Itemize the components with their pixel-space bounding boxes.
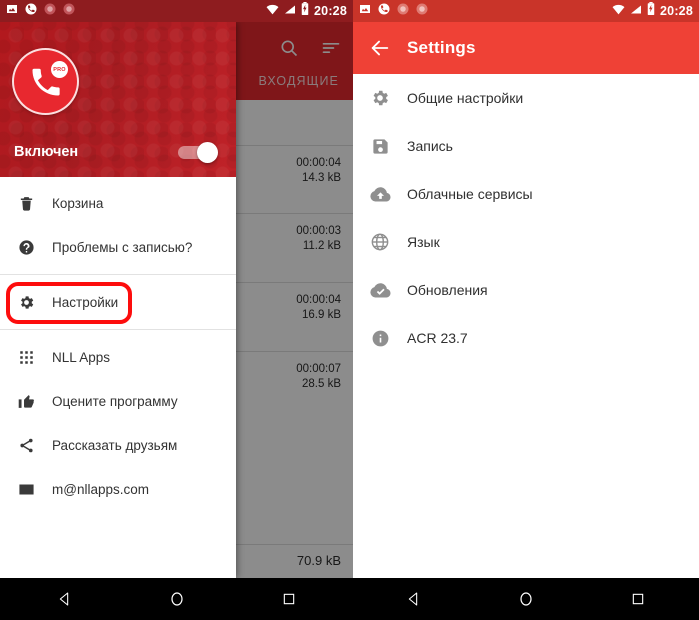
drawer-item-label: Настройки: [52, 294, 119, 310]
apps-grid-icon: [0, 350, 52, 365]
recents-icon[interactable]: [625, 586, 651, 612]
settings-item-label: Общие настройки: [407, 90, 524, 106]
image-icon: [6, 2, 18, 20]
record-dot-icon: [397, 2, 409, 20]
battery-charging-icon: [301, 2, 309, 20]
signal-icon: [284, 2, 296, 20]
trash-icon: [0, 195, 52, 212]
recents-icon[interactable]: [276, 586, 302, 612]
info-icon: [353, 329, 407, 348]
status-bar: 20:28: [0, 0, 353, 22]
thumbs-up-icon: [0, 393, 52, 410]
recording-enabled-row[interactable]: Включен: [0, 135, 236, 169]
settings-item-language[interactable]: Язык: [353, 218, 699, 266]
wifi-icon: [612, 2, 625, 20]
settings-item-label: Облачные сервисы: [407, 186, 533, 202]
record-dot-icon: [44, 2, 56, 20]
drawer-menu-list: Корзина Проблемы с записью? Настройки NL…: [0, 177, 236, 511]
share-icon: [0, 437, 52, 454]
status-clock: 20:28: [660, 4, 693, 18]
mail-icon: [0, 481, 52, 498]
cloud-check-icon: [353, 280, 407, 301]
page-title: Settings: [407, 38, 476, 57]
phone-call-icon: [378, 2, 390, 20]
wifi-icon: [266, 2, 279, 20]
phone-call-icon: [25, 2, 37, 20]
drawer-item-label: Проблемы с записью?: [52, 239, 193, 255]
switch-knob: [197, 142, 218, 163]
settings-item-label: Язык: [407, 234, 440, 250]
drawer-item-label: Рассказать друзьям: [52, 437, 178, 453]
system-nav-bar: [353, 578, 699, 620]
enabled-label: Включен: [14, 144, 79, 160]
home-icon[interactable]: [513, 586, 539, 612]
settings-item-updates[interactable]: Обновления: [353, 266, 699, 314]
settings-item-cloud-services[interactable]: Облачные сервисы: [353, 170, 699, 218]
help-circle-icon: [0, 239, 52, 256]
drawer-item-rate-app[interactable]: Оцените программу: [0, 379, 236, 423]
enabled-toggle-switch[interactable]: [178, 141, 218, 163]
drawer-item-share[interactable]: Рассказать друзьям: [0, 423, 236, 467]
drawer-item-label: Оцените программу: [52, 393, 178, 409]
right-phone-screen: Settings Общие настройки Запись Облачные…: [353, 0, 699, 620]
drawer-header: PRO Включен: [0, 22, 236, 177]
navigation-drawer: PRO Включен Корзина Проблемы с записью? …: [0, 22, 236, 578]
drawer-item-email[interactable]: m@nllapps.com: [0, 467, 236, 511]
drawer-item-label: NLL Apps: [52, 349, 111, 365]
drawer-divider: [0, 329, 236, 330]
settings-item-label: Запись: [407, 138, 453, 154]
drawer-item-nll-apps[interactable]: NLL Apps: [0, 335, 236, 379]
app-logo: PRO: [12, 48, 79, 115]
globe-icon: [353, 232, 407, 252]
settings-app-bar: Settings: [353, 22, 699, 74]
record-dot-icon: [63, 2, 75, 20]
gear-icon: [353, 88, 407, 108]
record-dot-icon: [416, 2, 428, 20]
settings-item-label: ACR 23.7: [407, 330, 468, 346]
left-phone-screen: ВХОДЯЩИЕ 00:00:04 14.3 kB 00:00:03 11.2 …: [0, 0, 353, 620]
pro-badge: PRO: [51, 61, 68, 78]
drawer-item-label: m@nllapps.com: [52, 481, 149, 497]
status-bar: 20:28: [353, 0, 699, 22]
battery-charging-icon: [647, 2, 655, 20]
back-icon[interactable]: [401, 586, 427, 612]
arrow-back-icon[interactable]: [353, 37, 407, 59]
drawer-item-label: Корзина: [52, 195, 104, 211]
settings-item-recording[interactable]: Запись: [353, 122, 699, 170]
settings-list: Общие настройки Запись Облачные сервисы …: [353, 74, 699, 362]
drawer-item-trash[interactable]: Корзина: [0, 181, 236, 225]
gear-icon: [0, 294, 52, 311]
drawer-item-settings[interactable]: Настройки: [0, 280, 236, 324]
status-clock: 20:28: [314, 4, 347, 18]
cloud-upload-icon: [353, 184, 407, 205]
home-icon[interactable]: [164, 586, 190, 612]
drawer-divider: [0, 274, 236, 275]
signal-icon: [630, 2, 642, 20]
settings-item-about[interactable]: ACR 23.7: [353, 314, 699, 362]
settings-item-general[interactable]: Общие настройки: [353, 74, 699, 122]
system-nav-bar: [0, 578, 353, 620]
image-icon: [359, 2, 371, 20]
settings-item-label: Обновления: [407, 282, 488, 298]
drawer-item-recording-problems[interactable]: Проблемы с записью?: [0, 225, 236, 269]
back-icon[interactable]: [52, 586, 78, 612]
save-floppy-icon: [353, 137, 407, 156]
